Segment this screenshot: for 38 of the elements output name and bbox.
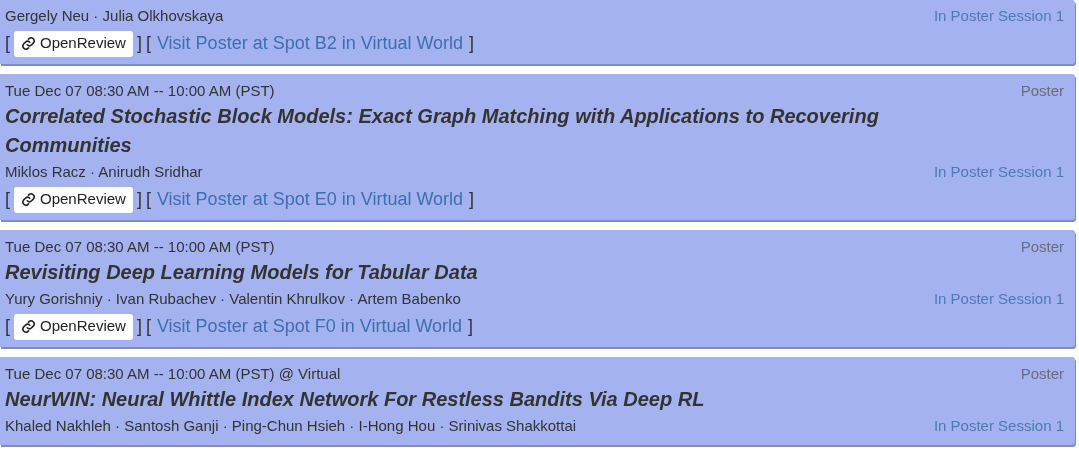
bracket: [ [145,315,151,338]
session-link[interactable]: In Poster Session 1 [933,288,1064,311]
bracket: [ [5,188,10,211]
poster-link[interactable]: Visit Poster at Spot B2 in Virtual World [154,30,466,57]
openreview-button[interactable]: OpenReview [14,30,133,57]
poster-link[interactable]: Visit Poster at Spot F0 in Virtual World [154,313,465,340]
bracket: ] [468,315,474,338]
event-type: Poster [1020,237,1064,257]
paper-title: NeurWIN: Neural Whittle Index Network For Restless Bandits Via Deep RL [5,387,706,412]
event-time: Tue Dec 07 08:30 AM -- 10:00 AM (PST) [5,237,275,257]
author-list: Gergely Neu · Julia Olkhovskaya [5,5,224,28]
session-link[interactable]: In Poster Session 1 [933,415,1064,438]
bracket: [ [145,188,151,211]
bracket: [ [5,315,10,338]
session-link[interactable]: In Poster Session 1 [933,161,1064,184]
bracket: ] [136,188,142,211]
event-time: Tue Dec 07 08:30 AM -- 10:00 AM (PST) @ Virtual [5,364,341,384]
link-icon [21,36,36,51]
openreview-button[interactable]: OpenReview [14,313,133,340]
author-list: Miklos Racz · Anirudh Sridhar [5,161,203,184]
paper-title: Correlated Stochastic Block Models: Exact Graph Matching with Applications to Recovering Communities [5,104,880,158]
link-icon [21,319,36,334]
openreview-button[interactable]: OpenReview [14,186,133,213]
poster-link[interactable]: Visit Poster at Spot E0 in Virtual World [154,186,466,213]
bracket: ] [469,32,475,55]
session-link[interactable]: In Poster Session 1 [933,5,1064,28]
bracket: [ [145,32,151,55]
event-type: Poster [1020,364,1064,384]
link-icon [21,192,36,207]
author-list: Yury Gorishniy · Ivan Rubachev · Valentin Khrulkov · Artem Babenko [5,288,461,311]
bracket: [ [5,32,10,55]
bracket: ] [469,188,475,211]
paper-title: Revisiting Deep Learning Models for Tabular Data [5,260,479,285]
event-time: Tue Dec 07 08:30 AM -- 10:00 AM (PST) [5,81,275,101]
event-type: Poster [1020,81,1064,101]
bracket: ] [136,315,142,338]
bracket: ] [136,32,142,55]
author-list: Khaled Nakhleh · Santosh Ganji · Ping-Chun Hsieh · I-Hong Hou · Srinivas Shakkottai [5,415,577,438]
